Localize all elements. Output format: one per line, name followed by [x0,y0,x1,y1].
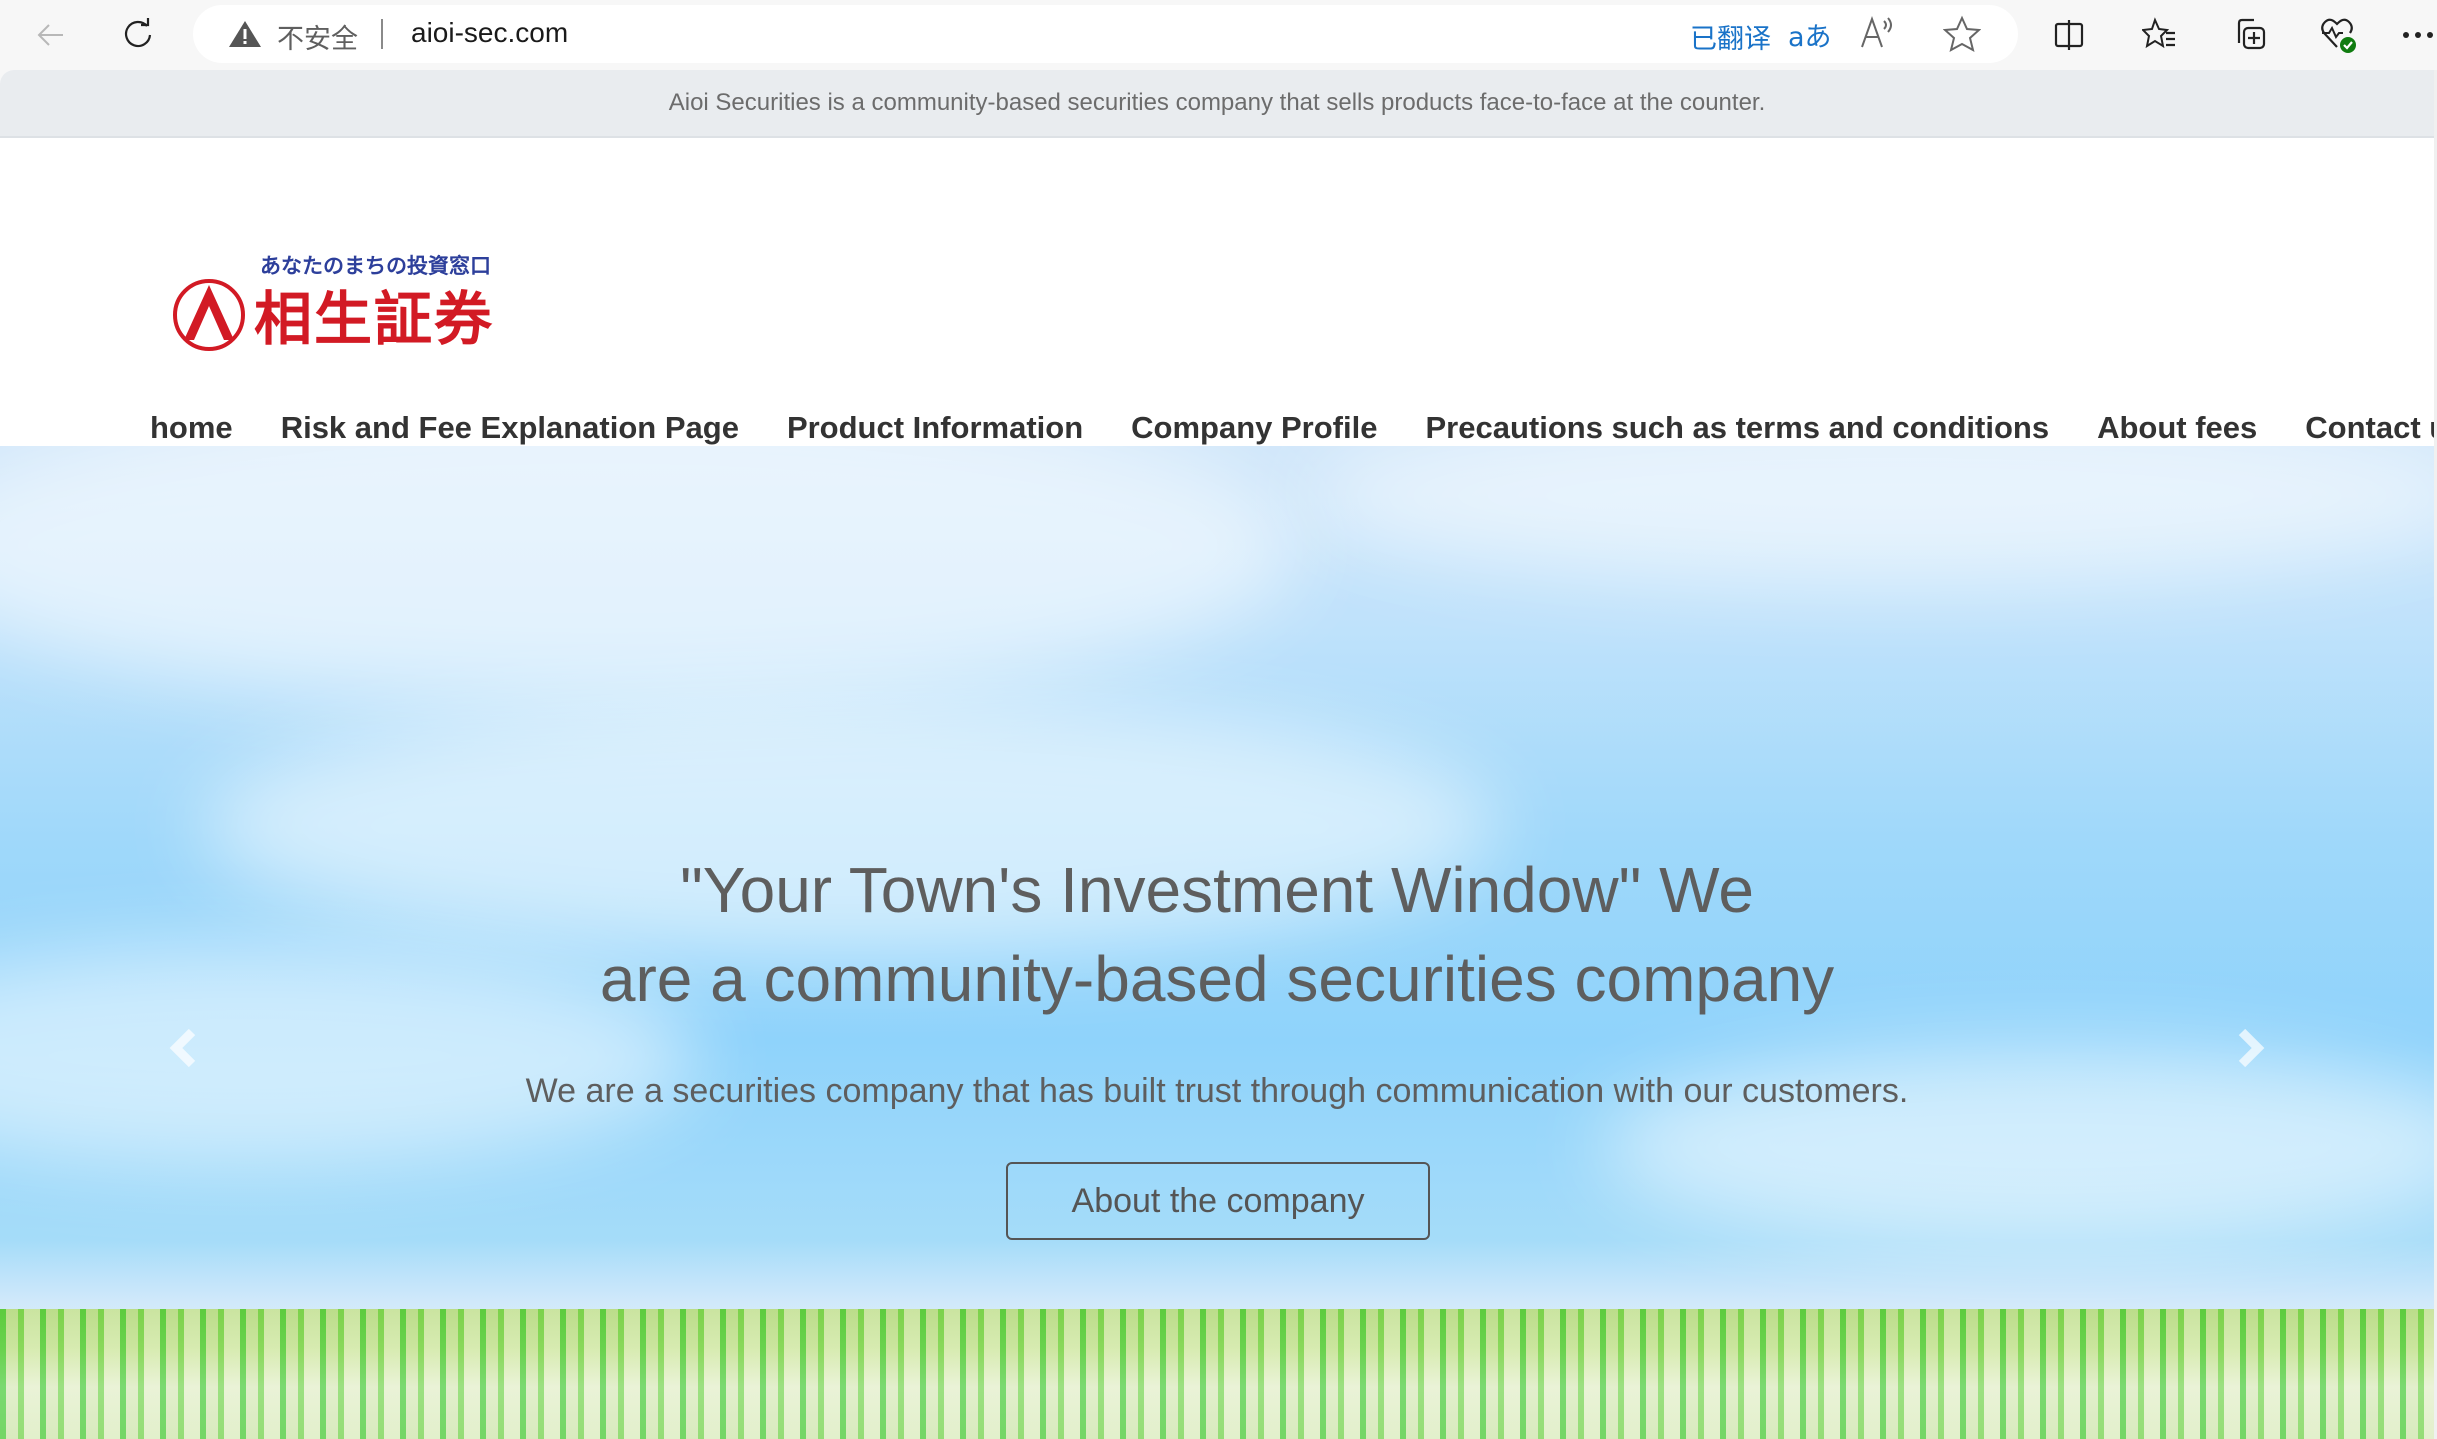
back-button[interactable] [28,12,74,58]
cloud-decoration [1300,446,2434,586]
back-arrow-icon [37,24,63,46]
info-strip: Aioi Securities is a community-based sec… [0,70,2434,138]
chevron-left-icon [169,1028,196,1068]
browser-toolbar: 不安全 aioi-sec.com 已翻译 aあ [0,0,2437,70]
split-screen-button[interactable] [2046,12,2092,58]
browser-essentials-icon [2321,18,2356,53]
hero-title-line-2: are a community-based securities company [599,943,1835,1015]
favorite-star-icon[interactable] [1943,15,1981,53]
carousel-next-button[interactable] [2231,1018,2271,1078]
favorites-list-icon [2142,17,2175,49]
refresh-button[interactable] [116,12,162,58]
logo-company-name: 相生証券 [254,285,495,353]
info-strip-text: Aioi Securities is a community-based sec… [668,89,1766,116]
refresh-icon [124,18,152,48]
collections-button[interactable] [2226,12,2272,58]
translate-icon[interactable]: aあ [1788,15,1832,54]
collections-icon [2237,18,2266,50]
translated-badge[interactable]: 已翻译 [1690,17,1771,56]
url-text[interactable]: aioi-sec.com [411,17,568,49]
cloud-decoration [0,446,1300,706]
browser-essentials-button[interactable] [2316,12,2362,58]
more-menu-icon [2402,32,2433,38]
security-status[interactable]: 不安全 [277,17,358,56]
split-screen-icon [2054,20,2084,50]
favorites-button[interactable] [2137,12,2183,58]
logo-mark-icon [173,279,245,351]
address-divider [381,19,383,49]
hero-title: "Your Town's Investment Window" We are a… [0,846,2434,1024]
read-aloud-icon[interactable] [1858,15,1898,51]
grass-field-image [0,1309,2434,1439]
about-company-button[interactable]: About the company [1006,1162,1430,1240]
carousel-prev-button[interactable] [163,1018,203,1078]
chevron-right-icon [2238,1028,2265,1068]
warning-icon [229,21,261,47]
hero-title-line-1: "Your Town's Investment Window" We [680,854,1754,926]
site-logo[interactable]: あなたのまちの投資窓口 相生証券 [172,250,512,353]
hero-subtitle: We are a securities company that has bui… [525,1072,1909,1110]
hero-carousel: "Your Town's Investment Window" We are a… [0,446,2434,1439]
address-bar[interactable]: 不安全 aioi-sec.com 已翻译 aあ [193,5,2018,63]
site-header: あなたのまちの投資窓口 相生証券 home Risk and Fee Expla… [0,138,2434,475]
web-page: Aioi Securities is a community-based sec… [0,70,2434,1439]
more-menu-button[interactable] [2400,12,2437,58]
